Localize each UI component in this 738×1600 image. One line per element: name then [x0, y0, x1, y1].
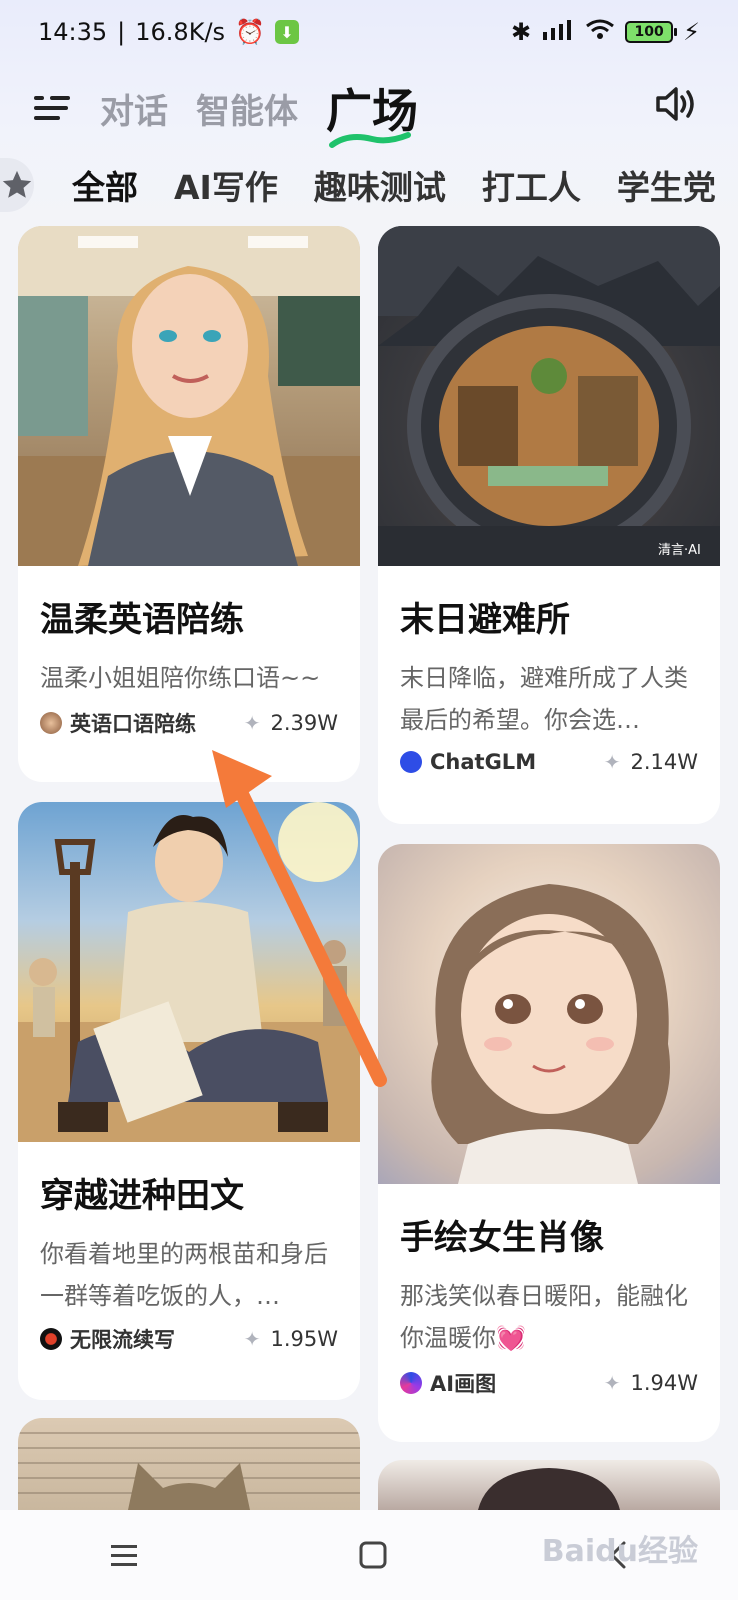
- usage-value: 1.94W: [630, 1371, 698, 1395]
- card-description: 末日降临，避难所成了人类最后的希望。你会选…: [400, 664, 688, 734]
- card-title: 穿越进种田文: [40, 1176, 244, 1216]
- agent-card[interactable]: 手绘女生肖像 那浅笑似春日暖阳，能融化你温暖你💓 AI画图 ✦ 1.94W: [378, 844, 720, 1442]
- card-author: 英语口语陪练: [40, 708, 196, 738]
- speaker-icon[interactable]: [654, 84, 698, 124]
- agent-card[interactable]: [378, 1460, 720, 1510]
- card-description: 温柔小姐姐陪你练口语~~: [40, 664, 321, 692]
- download-icon: ⬇: [274, 20, 299, 44]
- category-student[interactable]: 学生党: [617, 161, 716, 209]
- category-ai-writing[interactable]: AI写作: [174, 161, 278, 209]
- category-fun-test[interactable]: 趣味测试: [314, 161, 446, 209]
- card-image: [18, 802, 360, 1142]
- card-meta: ChatGLM ✦ 2.14W: [400, 750, 698, 774]
- card-body: 温柔英语陪练 温柔小姐姐陪你练口语~~: [18, 566, 360, 699]
- card-title: 末日避难所: [400, 600, 570, 640]
- alarm-icon: ⏰: [235, 18, 265, 46]
- author-name: 英语口语陪练: [70, 712, 196, 736]
- sparkle-icon: ✦: [243, 711, 261, 735]
- home-icon[interactable]: [358, 1540, 388, 1570]
- card-image: [378, 844, 720, 1184]
- favorites-button[interactable]: [0, 158, 34, 212]
- author-name: 无限流续写: [70, 1328, 175, 1352]
- charging-icon: ⚡: [683, 18, 700, 46]
- network-speed: 16.8K/s: [135, 18, 226, 46]
- sparkle-icon: ✦: [243, 1327, 261, 1351]
- card-body: 手绘女生肖像 那浅笑似春日暖阳，能融化你温暖你💓: [378, 1184, 720, 1359]
- category-all[interactable]: 全部: [72, 161, 138, 209]
- category-worker[interactable]: 打工人: [482, 161, 581, 209]
- status-left: 14:35 | 16.8K/s ⏰ ⬇: [38, 18, 299, 46]
- card-body: 穿越进种田文 你看着地里的两根苗和身后一群等着吃饭的人，…: [18, 1142, 360, 1317]
- card-description: 那浅笑似春日暖阳，能融化你温暖你💓: [400, 1282, 688, 1352]
- card-usage-count: ✦ 2.39W: [244, 711, 338, 735]
- card-author: ChatGLM: [400, 750, 536, 774]
- card-body: 末日避难所 末日降临，避难所成了人类最后的希望。你会选…: [378, 566, 720, 741]
- card-author: AI画图: [400, 1368, 496, 1398]
- bluetooth-icon: ✱: [511, 18, 532, 46]
- usage-value: 2.39W: [270, 711, 338, 735]
- author-avatar: [40, 712, 62, 734]
- author-avatar: [40, 1328, 62, 1350]
- agent-card[interactable]: 温柔英语陪练 温柔小姐姐陪你练口语~~ 英语口语陪练 ✦ 2.39W: [18, 226, 360, 782]
- category-tabs: 全部 AI写作 趣味测试 打工人 学生党: [0, 156, 738, 214]
- battery-indicator: 100: [625, 21, 678, 43]
- star-icon: [2, 170, 32, 198]
- author-name: AI画图: [430, 1372, 497, 1396]
- tab-plaza[interactable]: 广场: [326, 75, 418, 148]
- menu-icon[interactable]: [109, 1542, 139, 1568]
- card-description: 你看着地里的两根苗和身后一群等着吃饭的人，…: [40, 1240, 328, 1310]
- card-image: [18, 226, 360, 566]
- status-separator: |: [117, 18, 126, 46]
- chatglm-logo-icon: [400, 751, 422, 773]
- tab-agents[interactable]: 智能体: [196, 84, 298, 133]
- baidu-watermark: Baidu经验: [541, 1534, 698, 1569]
- usage-value: 1.95W: [270, 1327, 338, 1351]
- signal-icon: [541, 18, 575, 46]
- agent-card[interactable]: [18, 1418, 360, 1510]
- image-badge: 清言·AI: [658, 543, 701, 558]
- ai-paint-logo-icon: [400, 1372, 422, 1394]
- card-image: 清言·AI: [378, 226, 720, 566]
- menu-icon[interactable]: [34, 90, 70, 126]
- sparkle-icon: ✦: [603, 1371, 621, 1395]
- tab-chat[interactable]: 对话: [100, 84, 168, 133]
- card-meta: 英语口语陪练 ✦ 2.39W: [40, 708, 338, 738]
- active-tab-underline: [329, 132, 411, 148]
- status-time: 14:35: [38, 18, 108, 46]
- card-usage-count: ✦ 1.95W: [244, 1327, 338, 1351]
- card-usage-count: ✦ 2.14W: [604, 750, 698, 774]
- card-meta: 无限流续写 ✦ 1.95W: [40, 1324, 338, 1354]
- agent-card[interactable]: 清言·AI 末日避难所 末日降临，避难所成了人类最后的希望。你会选… ChatG…: [378, 226, 720, 824]
- card-usage-count: ✦ 1.94W: [604, 1371, 698, 1395]
- usage-value: 2.14W: [630, 750, 698, 774]
- author-name: ChatGLM: [430, 750, 537, 774]
- card-title: 手绘女生肖像: [400, 1218, 604, 1258]
- card-title: 温柔英语陪练: [40, 600, 244, 640]
- tab-plaza-label: 广场: [326, 84, 418, 138]
- status-bar: 14:35 | 16.8K/s ⏰ ⬇ ✱ 100 ⚡: [0, 0, 738, 64]
- card-author: 无限流续写: [40, 1324, 175, 1354]
- sparkle-icon: ✦: [603, 750, 621, 774]
- top-nav: 对话 智能体 广场: [0, 70, 738, 148]
- status-right: ✱ 100 ⚡: [511, 18, 700, 46]
- card-meta: AI画图 ✦ 1.94W: [400, 1368, 698, 1398]
- wifi-icon: [585, 18, 615, 46]
- agent-card[interactable]: 穿越进种田文 你看着地里的两根苗和身后一群等着吃饭的人，… 无限流续写 ✦ 1.…: [18, 802, 360, 1400]
